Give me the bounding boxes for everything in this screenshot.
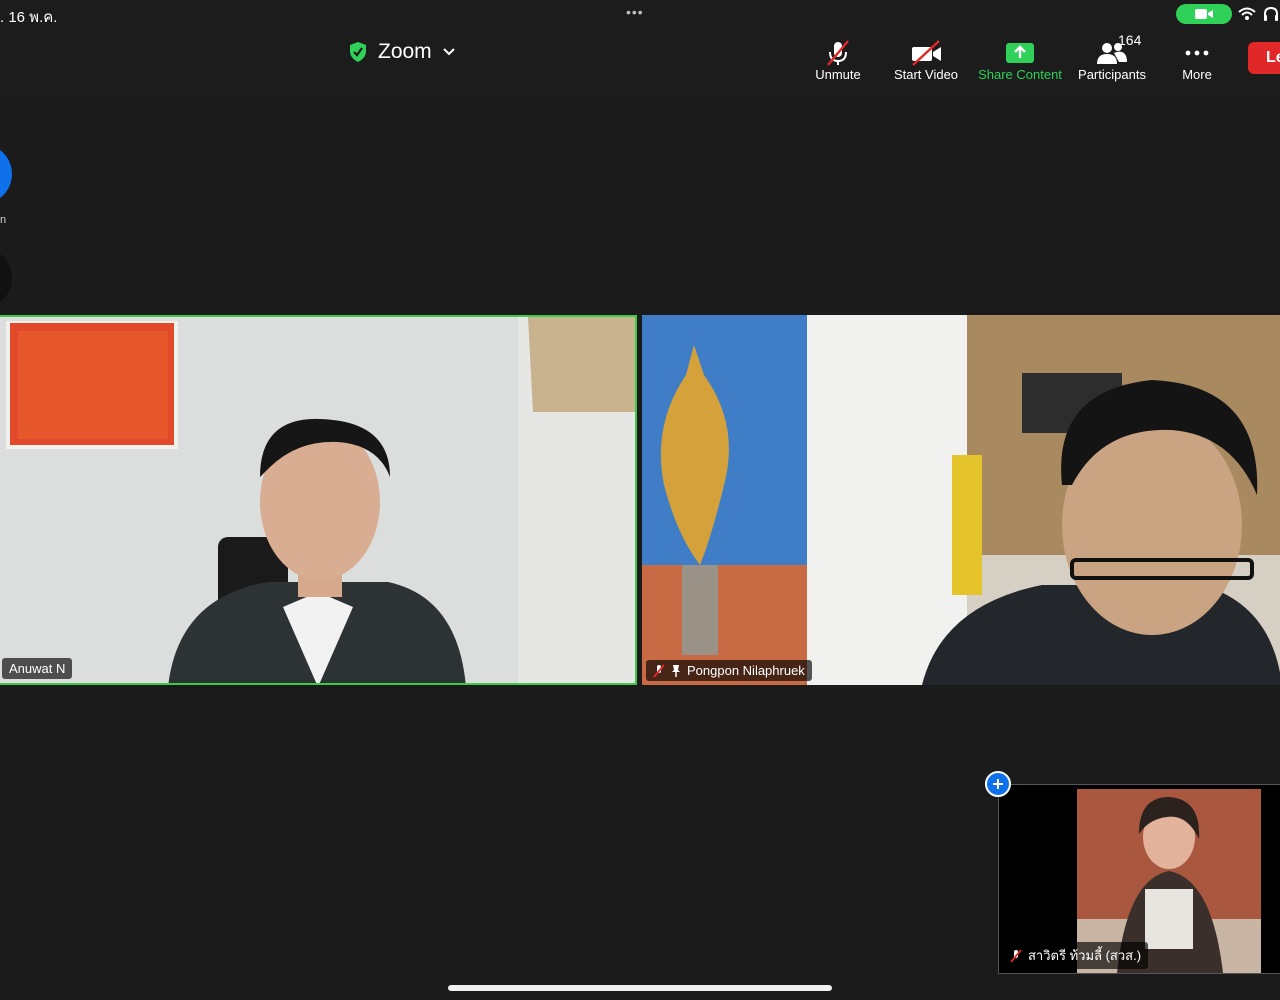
participant-name-tag: Anuwat N: [2, 658, 73, 679]
video-camera-icon: [1195, 9, 1213, 19]
more-button[interactable]: More: [1158, 34, 1236, 82]
participant-video: [0, 317, 635, 683]
left-side-dark-button[interactable]: [0, 248, 12, 308]
pin-icon: [672, 664, 680, 677]
participants-label: Participants: [1078, 67, 1146, 82]
share-screen-icon: [1006, 43, 1034, 63]
participant-name: Anuwat N: [9, 661, 66, 676]
leave-button[interactable]: Le: [1248, 42, 1280, 74]
start-video-button[interactable]: Start Video: [878, 34, 974, 82]
plus-icon: [993, 779, 1003, 789]
participant-video: [642, 315, 1280, 685]
self-name: สาวิตรี ท้วมลี้ (สวส.): [1028, 948, 1142, 963]
left-side-label: n: [0, 214, 7, 226]
video-tile-active-speaker[interactable]: Anuwat N: [0, 315, 637, 685]
video-tile[interactable]: Pongpon Nilaphruek: [642, 315, 1280, 685]
participant-name: Pongpon Nilaphruek: [687, 663, 805, 678]
start-video-label: Start Video: [893, 67, 959, 82]
meeting-toolbar: Unmute Start Video Share Content 164 Par…: [800, 32, 1236, 82]
home-indicator[interactable]: [448, 985, 832, 991]
expand-self-view-button[interactable]: [985, 771, 1011, 797]
share-content-button[interactable]: Share Content: [974, 34, 1066, 82]
chevron-down-icon: [442, 48, 455, 56]
share-content-label: Share Content: [978, 67, 1062, 82]
shield-check-icon: [350, 42, 366, 62]
self-view-tile[interactable]: สาวิตรี ท้วมลี้ (สวส.): [998, 784, 1280, 974]
more-dots-icon: [1185, 50, 1209, 56]
unmute-button[interactable]: Unmute: [800, 34, 876, 82]
status-date: . 16 พ.ค.: [0, 9, 58, 26]
participants-button[interactable]: 164 Participants: [1066, 32, 1158, 82]
participants-count: 164: [1118, 32, 1142, 48]
video-camera-off-icon: [912, 40, 941, 66]
more-label: More: [1182, 67, 1212, 82]
microphone-muted-icon: [827, 40, 849, 66]
meeting-title: Zoom: [378, 40, 432, 63]
left-side-blue-button[interactable]: [0, 144, 12, 204]
microphone-muted-icon: [653, 663, 665, 678]
microphone-muted-icon: [1010, 948, 1022, 963]
participant-name-tag: Pongpon Nilaphruek: [646, 660, 812, 681]
self-name-tag: สาวิตรี ท้วมลี้ (สวส.): [1003, 942, 1149, 969]
meeting-title-button[interactable]: Zoom: [348, 40, 456, 64]
status-bar-right: [1176, 4, 1280, 24]
camera-in-use-indicator: [1176, 4, 1232, 24]
unmute-label: Unmute: [815, 67, 861, 82]
wifi-icon: [1238, 7, 1256, 20]
headphones-icon: [1264, 6, 1278, 21]
multitask-dots[interactable]: •••: [626, 4, 644, 20]
